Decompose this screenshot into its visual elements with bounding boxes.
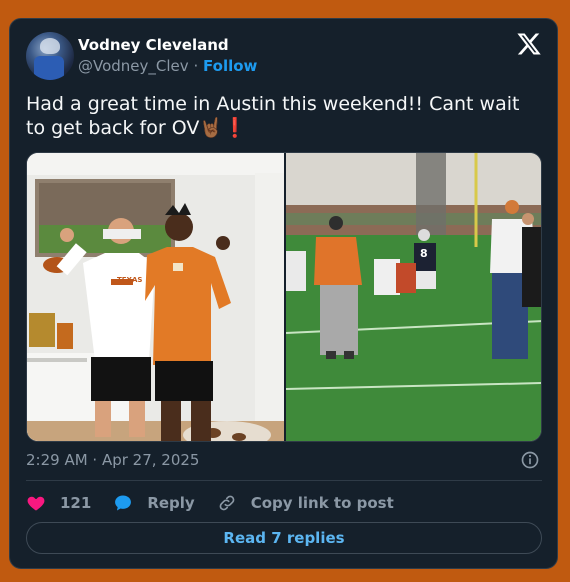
avatar-helmet <box>40 38 60 54</box>
media-photo-right[interactable]: 8 <box>286 153 541 441</box>
right-photo-jersey-number: 8 <box>420 247 428 260</box>
author-name[interactable]: Vodney Cleveland <box>78 36 229 54</box>
tweet-text: Had a great time in Austin this weekend!… <box>26 93 520 139</box>
reply-bubble-icon <box>115 495 132 511</box>
avatar-jersey <box>34 56 64 80</box>
like-button[interactable]: 121 <box>26 493 91 513</box>
tweet-timestamp[interactable]: 2:29 AM · Apr 27, 2025 <box>26 451 199 469</box>
left-photo-jersey-text: TEXAS <box>117 276 143 284</box>
copy-link-button[interactable]: Copy link to post <box>217 493 394 513</box>
author-handle-line: @Vodney_Clev · Follow <box>78 57 257 75</box>
locker-room-photo <box>27 153 284 441</box>
like-count: 121 <box>60 494 92 512</box>
tweet-card: Vodney Cleveland @Vodney_Clev · Follow H… <box>9 18 558 569</box>
tweet-actions: 121 Reply Copy link to post <box>26 491 416 515</box>
follow-button[interactable]: Follow <box>203 57 257 75</box>
author-handle[interactable]: @Vodney_Clev <box>78 57 189 75</box>
reply-label: Reply <box>147 494 195 512</box>
x-logo-icon[interactable] <box>516 31 542 57</box>
avatar[interactable] <box>26 32 74 80</box>
heart-icon <box>27 496 45 511</box>
copy-link-label: Copy link to post <box>250 494 394 512</box>
practice-field-photo <box>286 153 541 441</box>
read-replies-button[interactable]: Read 7 replies <box>26 522 542 554</box>
tweet-media[interactable]: TEXAS 8 <box>26 152 542 442</box>
reply-button[interactable]: Reply <box>113 493 195 513</box>
actions-divider <box>26 480 542 481</box>
link-icon <box>219 495 235 511</box>
info-icon[interactable] <box>520 450 540 470</box>
media-photo-left[interactable]: TEXAS <box>27 153 284 441</box>
handle-separator: · <box>193 57 199 75</box>
